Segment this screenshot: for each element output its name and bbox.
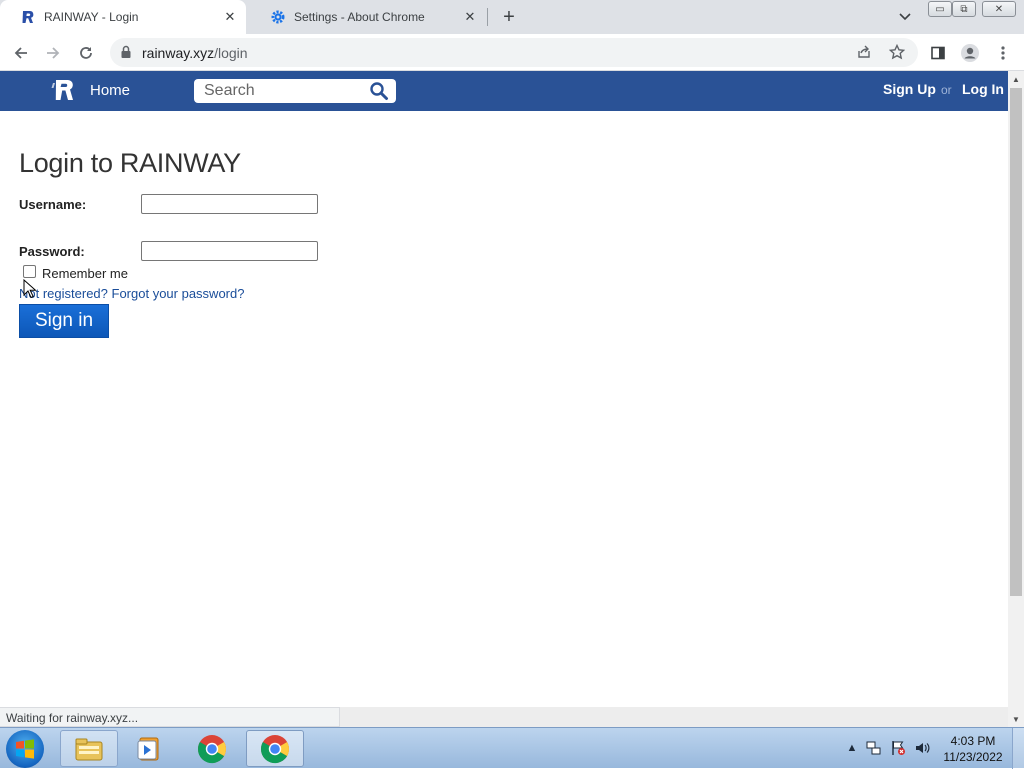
- nav-home-link[interactable]: Home: [90, 82, 130, 99]
- log-in-link[interactable]: Log In: [962, 81, 1004, 97]
- window-minimize-button[interactable]: ▭: [928, 1, 952, 17]
- start-button[interactable]: [6, 730, 44, 768]
- chrome-icon: [197, 734, 226, 763]
- close-tab-icon[interactable]: ✕: [220, 7, 240, 27]
- window-close-button[interactable]: ✕: [982, 1, 1016, 17]
- profile-avatar-icon[interactable]: [957, 40, 983, 66]
- scrollbar-thumb[interactable]: [1010, 88, 1022, 596]
- search-icon[interactable]: [368, 81, 390, 101]
- rainway-logo-icon: [20, 9, 36, 25]
- windows-logo-icon: [16, 739, 34, 759]
- tray-expand-arrow-icon[interactable]: ▲: [844, 740, 860, 756]
- clock-date[interactable]: 11/23/2022: [940, 750, 1006, 764]
- url-text[interactable]: rainway.xyz/login: [142, 45, 248, 61]
- taskbar-chrome-button[interactable]: [183, 730, 241, 767]
- page-viewport: Home Sign Up or Log In Login to RAINWAY …: [0, 71, 1008, 707]
- windows-explorer-icon: [75, 738, 103, 760]
- mouse-cursor-icon: [23, 278, 37, 304]
- tab-separator: [487, 8, 488, 26]
- status-strip: [340, 707, 1008, 727]
- address-bar[interactable]: rainway.xyz/login: [110, 38, 918, 67]
- forward-arrow-icon[interactable]: [40, 40, 66, 66]
- side-panel-icon[interactable]: [925, 40, 951, 66]
- tab-settings-about-chrome[interactable]: Settings - About Chrome ✕: [250, 0, 486, 34]
- username-field[interactable]: [141, 194, 318, 214]
- nav-or-text: or: [941, 83, 952, 97]
- tab-rainway-login[interactable]: RAINWAY - Login ✕: [0, 0, 246, 34]
- rainway-logo-icon[interactable]: [50, 79, 76, 106]
- status-bubble: Waiting for rainway.xyz...: [0, 707, 340, 727]
- scroll-down-arrow-icon[interactable]: ▼: [1008, 711, 1024, 727]
- kebab-menu-icon[interactable]: [990, 40, 1016, 66]
- clock-time[interactable]: 4:03 PM: [940, 734, 1006, 748]
- back-arrow-icon[interactable]: [8, 40, 34, 66]
- sign-in-button[interactable]: Sign in: [19, 304, 109, 338]
- remember-me-checkbox[interactable]: [23, 265, 36, 278]
- password-label: Password:: [19, 244, 85, 259]
- sign-up-link[interactable]: Sign Up: [883, 81, 936, 97]
- taskbar-media-player-button[interactable]: [120, 730, 178, 767]
- account-links: Not registered? Forgot your password?: [19, 286, 244, 301]
- site-navbar: Home Sign Up or Log In: [0, 71, 1008, 111]
- new-tab-button[interactable]: +: [498, 6, 520, 28]
- settings-gear-icon: [270, 9, 286, 25]
- username-label: Username:: [19, 197, 87, 212]
- password-field[interactable]: [141, 241, 318, 261]
- remember-me-label[interactable]: Remember me: [42, 266, 128, 281]
- show-desktop-button[interactable]: [1012, 728, 1024, 769]
- chrome-icon: [260, 734, 289, 763]
- tab-title: Settings - About Chrome: [294, 10, 425, 24]
- taskbar-explorer-button[interactable]: [60, 730, 118, 767]
- taskbar-chrome-active-button[interactable]: [246, 730, 304, 767]
- vertical-scrollbar[interactable]: ▲ ▼: [1008, 71, 1024, 727]
- bookmark-star-icon[interactable]: [888, 43, 906, 65]
- site-search: [194, 79, 396, 103]
- forgot-password-link[interactable]: Forgot your password?: [112, 286, 245, 301]
- close-tab-icon[interactable]: ✕: [460, 7, 480, 27]
- action-center-flag-icon[interactable]: [890, 740, 906, 756]
- browser-toolbar: rainway.xyz/login: [0, 34, 1024, 71]
- volume-icon[interactable]: [914, 740, 930, 756]
- browser-tab-strip: RAINWAY - Login ✕ Settings - About Chrom…: [0, 0, 1024, 34]
- window-maximize-button[interactable]: ⧉: [952, 1, 976, 17]
- tab-search-chevron-icon[interactable]: [895, 6, 915, 28]
- tab-title: RAINWAY - Login: [44, 10, 139, 24]
- windows-taskbar: ▲ 4:03 PM 11/23/2022: [0, 727, 1024, 769]
- lock-icon[interactable]: [120, 45, 132, 64]
- page-title: Login to RAINWAY: [19, 148, 241, 178]
- search-input[interactable]: [194, 79, 364, 103]
- media-player-icon: [137, 737, 159, 760]
- share-icon[interactable]: [856, 44, 872, 65]
- reload-icon[interactable]: [73, 40, 99, 66]
- network-icon[interactable]: [866, 740, 882, 756]
- scroll-up-arrow-icon[interactable]: ▲: [1008, 71, 1024, 87]
